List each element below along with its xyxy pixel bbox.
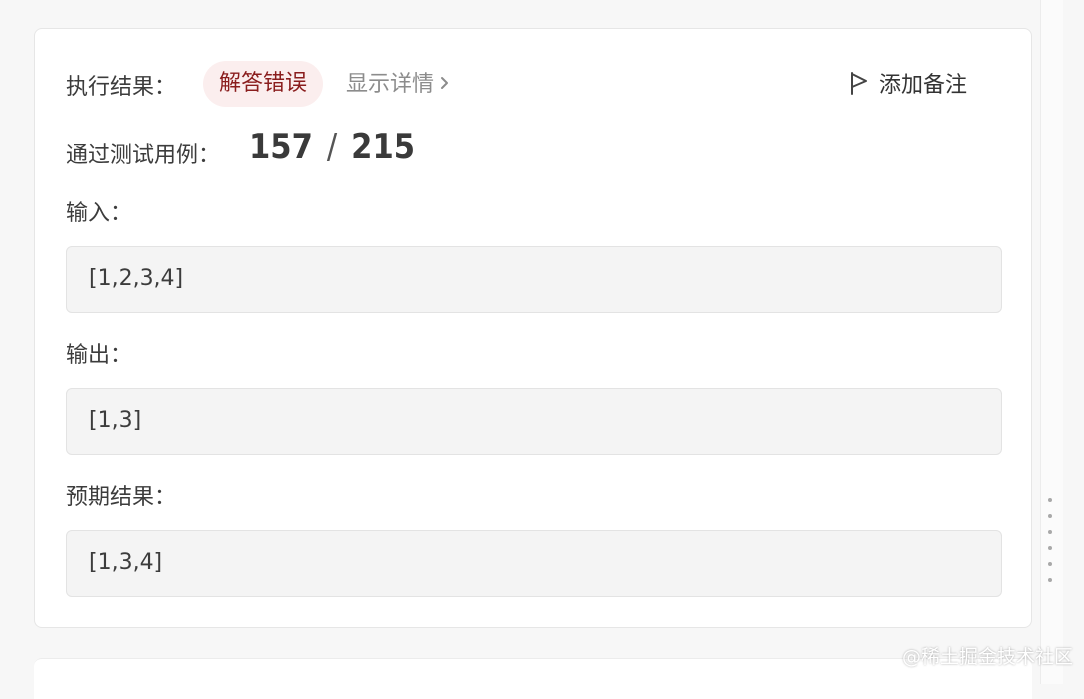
result-panel: 执行结果： 解答错误 显示详情 添加备注 通过测试用例： 157 / 215 输入：… — [34, 28, 1032, 628]
passed-count: 157 — [249, 127, 313, 167]
total-count: 215 — [351, 127, 416, 167]
result-label: 执行结果： — [66, 75, 177, 100]
input-label: 输入： — [66, 201, 133, 226]
expected-value-box: [1,3,4] — [66, 530, 1002, 597]
status-badge: 解答错误 — [203, 61, 324, 107]
tests-label: 通过测试用例： — [66, 143, 221, 168]
show-details-link[interactable]: 显示详情 — [346, 67, 449, 101]
handle-dot — [1048, 546, 1052, 550]
add-note-label: 添加备注 — [879, 73, 968, 98]
chevron-right-icon — [440, 67, 449, 101]
handle-dot — [1048, 562, 1052, 566]
count-separator: / — [326, 127, 338, 167]
add-note-button[interactable]: 添加备注 — [849, 67, 967, 105]
watermark: @稀土掘金技术社区 — [902, 646, 1074, 668]
handle-dot — [1048, 498, 1052, 502]
flag-icon — [849, 70, 869, 108]
show-details-label: 显示详情 — [346, 72, 435, 97]
handle-dot — [1048, 514, 1052, 518]
next-panel — [34, 658, 1032, 699]
handle-dot — [1048, 578, 1052, 582]
resize-handle[interactable] — [1046, 496, 1054, 588]
output-label: 输出： — [66, 343, 133, 368]
handle-dot — [1048, 530, 1052, 534]
pass-count: 157 / 215 — [249, 127, 415, 167]
output-value-box: [1,3] — [66, 388, 1002, 455]
expected-label: 预期结果： — [66, 485, 177, 510]
input-value-box: [1,2,3,4] — [66, 246, 1002, 313]
